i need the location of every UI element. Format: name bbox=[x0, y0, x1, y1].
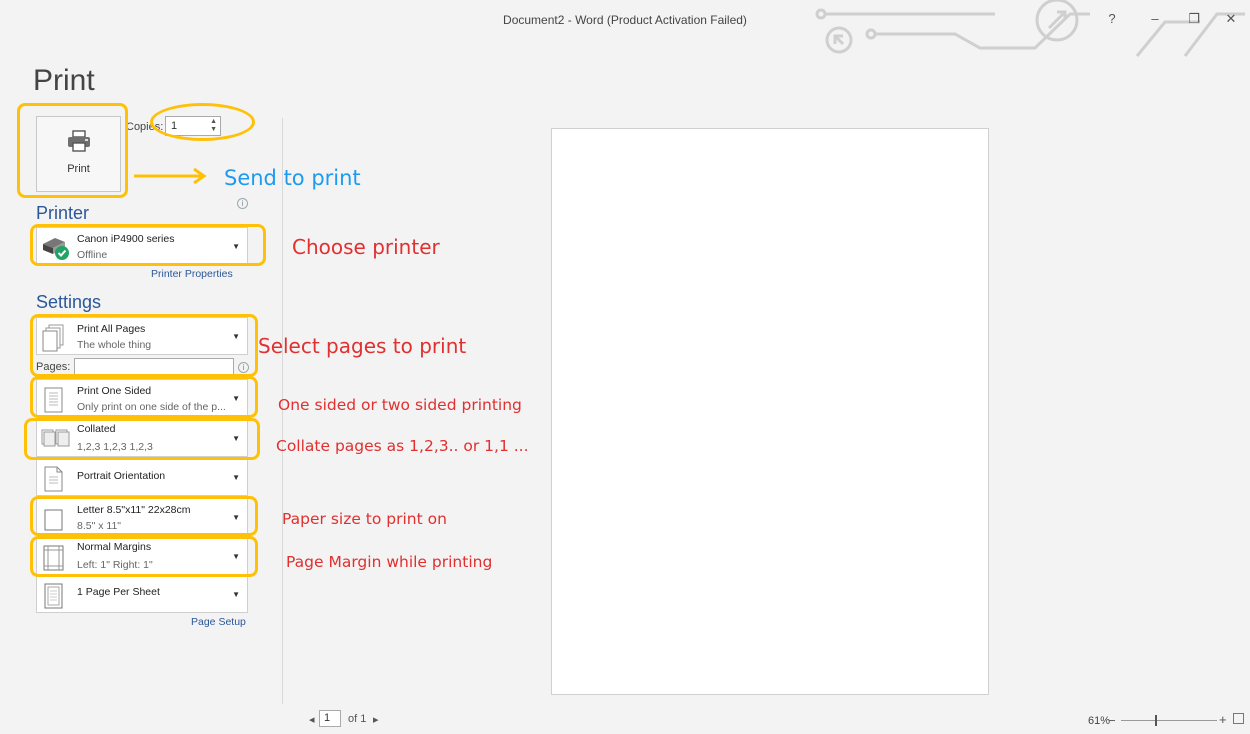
zoom-in-icon[interactable]: + bbox=[1219, 712, 1227, 727]
help-button[interactable]: ? bbox=[1099, 8, 1125, 30]
highlight-collation bbox=[24, 418, 260, 460]
highlight-paper-size bbox=[30, 496, 258, 536]
print-preview-page bbox=[551, 128, 989, 695]
zoom-slider[interactable] bbox=[1121, 720, 1217, 721]
highlight-sides bbox=[30, 376, 258, 418]
printer-section-title: Printer bbox=[36, 203, 90, 223]
annotation-send-to-print: Send to print bbox=[224, 166, 361, 190]
info-icon[interactable]: i bbox=[237, 198, 248, 209]
zoom-out-icon[interactable]: − bbox=[1108, 713, 1116, 728]
pages-per-sheet-dropdown[interactable]: 1 Page Per Sheet ▼ bbox=[36, 575, 248, 613]
highlight-copies bbox=[150, 103, 255, 141]
previous-page-icon[interactable]: ◂ bbox=[309, 713, 315, 726]
chevron-down-icon: ▼ bbox=[232, 590, 240, 599]
page-title: Print bbox=[33, 64, 95, 97]
highlight-printer bbox=[30, 224, 266, 266]
zoom-level[interactable]: 61% bbox=[1088, 715, 1110, 727]
annotation-margin: Page Margin while printing bbox=[286, 553, 493, 571]
highlight-print-button bbox=[17, 103, 128, 198]
orientation-dropdown[interactable]: Portrait Orientation ▼ bbox=[36, 458, 248, 496]
page-number-input[interactable]: 1 bbox=[319, 710, 341, 727]
next-page-icon[interactable]: ▸ bbox=[373, 713, 379, 726]
pages-per-sheet-icon bbox=[44, 583, 63, 609]
page-setup-link[interactable]: Page Setup bbox=[191, 616, 246, 628]
portrait-icon bbox=[44, 466, 63, 492]
highlight-print-range bbox=[30, 314, 258, 377]
annotation-paper-size: Paper size to print on bbox=[282, 510, 447, 528]
close-button[interactable]: ✕ bbox=[1218, 8, 1244, 30]
annotation-collate: Collate pages as 1,2,3.. or 1,1 ... bbox=[276, 437, 529, 455]
annotation-choose-printer: Choose printer bbox=[292, 235, 440, 259]
annotation-select-pages: Select pages to print bbox=[258, 334, 467, 358]
page-total: of 1 bbox=[348, 713, 367, 725]
orientation-title: Portrait Orientation bbox=[77, 470, 166, 482]
annotation-sided: One sided or two sided printing bbox=[278, 396, 522, 414]
fit-page-icon[interactable] bbox=[1233, 713, 1244, 724]
highlight-margins bbox=[30, 536, 258, 577]
chevron-down-icon: ▼ bbox=[232, 473, 240, 482]
arrow-icon bbox=[134, 168, 207, 185]
restore-button[interactable]: ❐ bbox=[1181, 8, 1207, 30]
pages-per-sheet-title: 1 Page Per Sheet bbox=[77, 586, 160, 598]
printer-properties-link[interactable]: Printer Properties bbox=[151, 268, 233, 280]
minimize-button[interactable]: – bbox=[1142, 8, 1168, 30]
zoom-slider-thumb[interactable] bbox=[1155, 715, 1157, 726]
settings-section-title: Settings bbox=[36, 292, 102, 312]
